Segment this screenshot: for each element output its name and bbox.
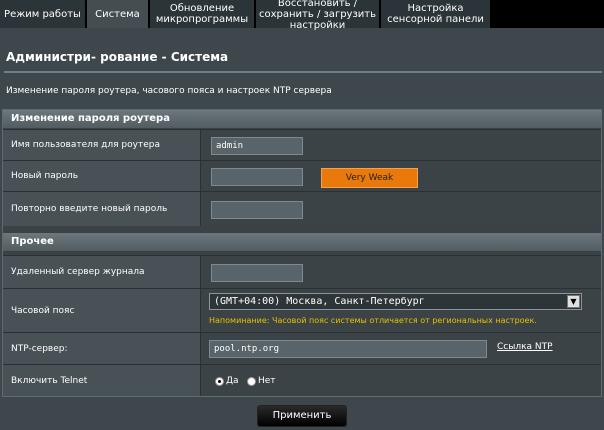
repeat-password-input[interactable] [211, 201, 303, 219]
tab-label: Настройка сенсорной панели [387, 3, 484, 25]
log-server-row: Удаленный сервер журнала [3, 255, 601, 288]
telnet-no-label[interactable]: Нет [258, 376, 276, 386]
ntp-row: NTP-сервер: pool.ntp.org Ссылка NTP [3, 332, 601, 364]
username-row: Имя пользователя для роутера admin [3, 129, 601, 160]
tab-label: Система [95, 8, 140, 20]
timezone-hint: Напоминание: Часовой пояс системы отлича… [209, 316, 537, 325]
page-description: Изменение пароля роутера, часового пояса… [6, 86, 332, 96]
settings-table: Изменение пароля роутера Имя пользовател… [2, 109, 602, 397]
tab-label: Режим работы [4, 8, 81, 20]
timezone-row: Часовой пояс (GMT+04:00) Москва, Санкт-П… [3, 288, 601, 332]
new-password-label: Новый пароль [3, 161, 201, 191]
password-section-header: Изменение пароля роутера [3, 110, 601, 128]
telnet-label: Включить Telnet [3, 365, 201, 396]
timezone-selected-value: (GMT+04:00) Москва, Санкт-Петербург [214, 296, 425, 307]
log-server-input[interactable] [211, 264, 303, 282]
title-divider [4, 71, 602, 73]
repeat-password-row: Повторно введите новый пароль [3, 191, 601, 226]
misc-section-header: Прочее [3, 233, 601, 251]
telnet-yes-radio[interactable] [215, 377, 224, 386]
tab-bar: Режим работы Система Обновление микропро… [0, 0, 604, 31]
tab-label: Обновление микропрограммы [155, 3, 249, 25]
timezone-label: Часовой пояс [3, 289, 201, 332]
telnet-no-radio[interactable] [247, 377, 256, 386]
tab-restore-save-settings[interactable]: Восстановить / сохранить / загрузить нас… [256, 0, 380, 31]
new-password-input[interactable] [211, 168, 303, 186]
tab-touch-panel-settings[interactable]: Настройка сенсорной панели [381, 0, 491, 28]
apply-button[interactable]: Применить [257, 405, 347, 427]
ntp-link[interactable]: Ссылка NTP [497, 342, 553, 352]
dropdown-arrow-icon[interactable]: ▼ [567, 295, 580, 308]
page-title: Администри- рование - Система [6, 50, 229, 64]
tab-label: Восстановить / сохранить / загрузить нас… [259, 0, 376, 31]
timezone-select[interactable]: (GMT+04:00) Москва, Санкт-Петербург ▼ [209, 293, 582, 310]
tab-firmware-upgrade[interactable]: Обновление микропрограммы [150, 0, 255, 28]
telnet-yes-label[interactable]: Да [226, 376, 239, 386]
telnet-row: Включить Telnet Да Нет [3, 364, 601, 396]
repeat-password-label: Повторно введите новый пароль [3, 192, 201, 226]
username-input[interactable]: admin [211, 137, 303, 155]
tab-system[interactable]: Система [87, 0, 149, 28]
tab-operation-mode[interactable]: Режим работы [0, 0, 86, 28]
log-server-label: Удаленный сервер журнала [3, 256, 201, 288]
username-label: Имя пользователя для роутера [3, 130, 201, 160]
password-strength-indicator: Very Weak [321, 168, 418, 188]
ntp-server-input[interactable]: pool.ntp.org [209, 340, 487, 358]
ntp-label: NTP-сервер: [3, 333, 201, 364]
new-password-row: Новый пароль Very Weak [3, 160, 601, 191]
